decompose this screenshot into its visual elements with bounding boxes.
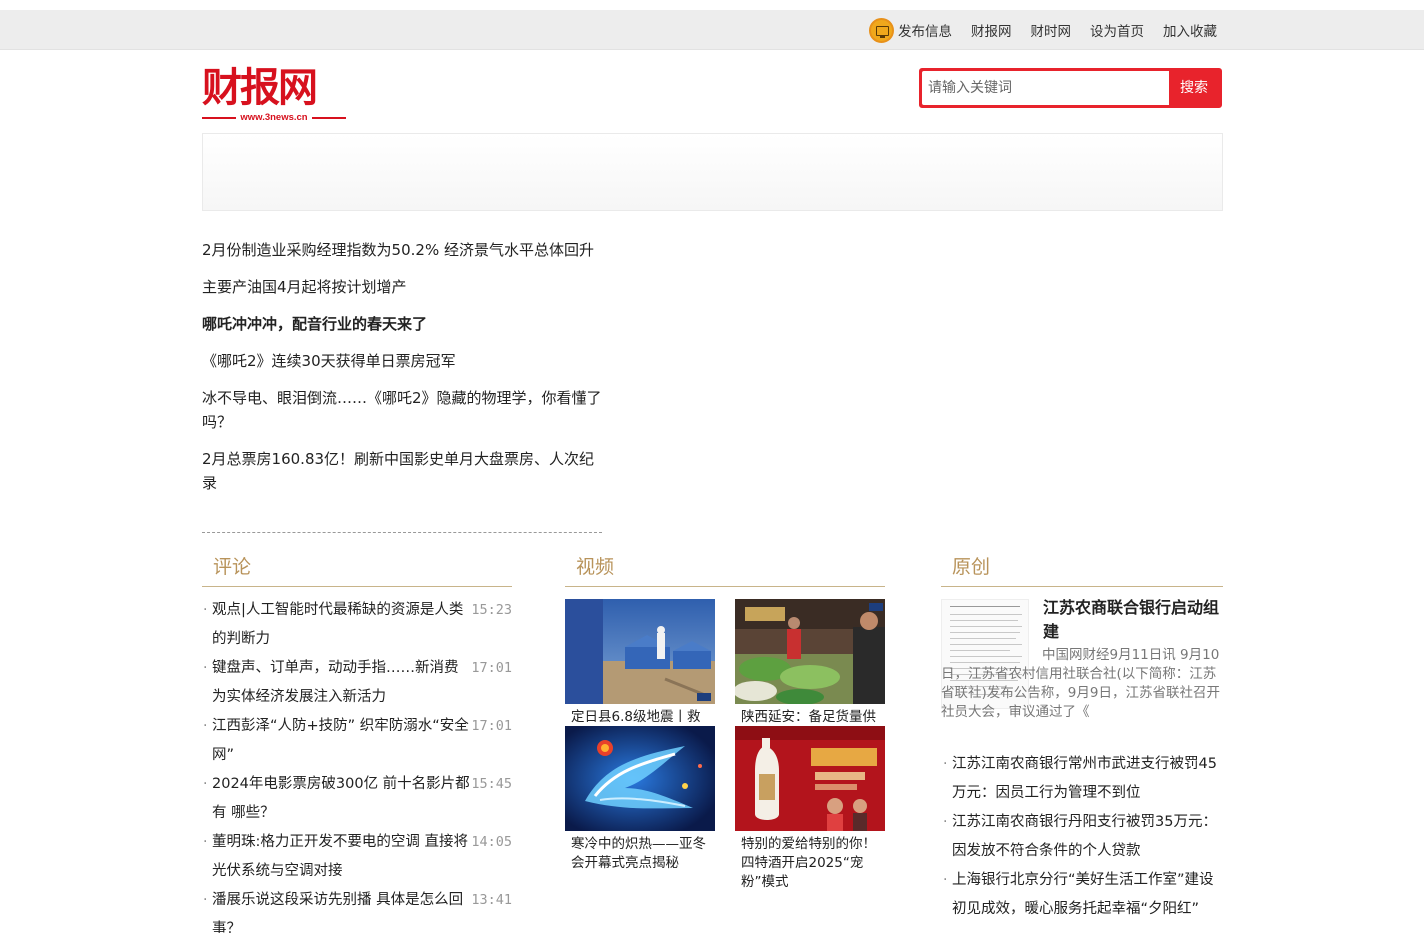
list-item[interactable]: · 江苏江南农商银行常州市武进支行被罚45万元：因员工行为管理不到位 — [943, 750, 1223, 808]
search-input[interactable]: 请输入关键词 — [922, 71, 1169, 105]
original-summary: 中国网财经9月11日讯 9月10日，江苏省农村信用社联合社(以下简称：江苏省联社… — [941, 647, 1220, 720]
video-thumbnail — [735, 726, 885, 831]
logo-name: 财报网 — [202, 64, 318, 111]
bullet-icon: · — [203, 718, 208, 734]
bullet-icon: · — [203, 892, 208, 908]
section-title-comment[interactable]: 评论 — [213, 552, 251, 579]
logo-rule — [202, 116, 237, 119]
comment-time: 15:23 — [471, 602, 512, 618]
comment-title: 观点|人工智能时代最稀缺的资源是人类的判断力 — [212, 602, 464, 647]
list-item[interactable]: · 观点|人工智能时代最稀缺的资源是人类的判断力 15:23 — [203, 596, 512, 654]
bullet-icon: · — [943, 814, 948, 830]
comment-title: 江西彭泽“人防+技防” 织牢防溺水“安全网” — [212, 718, 469, 763]
video-caption: 特别的爱给特别的你！四特酒开启2025“宠粉”模式 — [741, 836, 876, 890]
original-item-title: 上海银行北京分行“美好生活工作室”建设初见成效，暖心服务托起幸福“夕阳红” — [952, 872, 1214, 917]
top-link-caishiwang[interactable]: 财时网 — [1031, 20, 1072, 40]
list-item[interactable]: · 键盘声、订单声，动动手指……新消费为实体经济发展注入新活力 17:01 — [203, 654, 512, 712]
bullet-icon: · — [203, 660, 208, 676]
list-item[interactable]: · 潘展乐说这段采访先别播 具体是怎么回事？ 13:41 — [203, 886, 512, 933]
comment-title: 董明珠:格力正开发不要电的空调 直接将光伏系统与空调对接 — [212, 834, 468, 879]
site-logo[interactable]: 财报网 www.3news.cn — [202, 66, 348, 126]
headline-list: 2月份制造业采购经理指数为50.2% 经济景气水平总体回升 主要产油国4月起将按… — [202, 238, 602, 533]
video-card[interactable]: 定日县6.8级地震丨救 — [565, 599, 715, 727]
comment-time: 17:01 — [471, 718, 512, 734]
video-thumbnail — [735, 599, 885, 704]
headline-item[interactable]: 《哪吒2》连续30天获得单日票房冠军 — [202, 349, 602, 373]
publish-icon[interactable] — [869, 17, 894, 43]
video-thumbnail — [565, 726, 715, 831]
section-header-comment: 评论 — [202, 551, 512, 587]
top-bar: 发布信息 财报网 财时网 设为首页 加入收藏 — [0, 10, 1424, 50]
comment-title: 键盘声、订单声，动动手指……新消费为实体经济发展注入新活力 — [212, 660, 459, 705]
video-card[interactable]: 陕西延安：备足货量供 — [735, 599, 885, 727]
video-caption: 陕西延安：备足货量供 — [741, 709, 876, 725]
section-header-video: 视频 — [565, 551, 885, 587]
section-header-original: 原创 — [941, 551, 1223, 587]
logo-url: www.3news.cn — [240, 112, 308, 123]
publish-link[interactable]: 发布信息 — [898, 20, 952, 40]
original-title[interactable]: 江苏农商联合银行启动组建 — [1043, 596, 1223, 644]
top-link-bookmark[interactable]: 加入收藏 — [1163, 20, 1217, 40]
bullet-icon: · — [943, 756, 948, 772]
bullet-icon: · — [943, 872, 948, 888]
headline-item[interactable]: 冰不导电、眼泪倒流……《哪吒2》隐藏的物理学，你看懂了吗？ — [202, 386, 602, 434]
top-link-caibaowang[interactable]: 财报网 — [971, 20, 1012, 40]
top-links: 发布信息 财报网 财时网 设为首页 加入收藏 — [869, 10, 1217, 50]
search-box: 请输入关键词 搜索 — [919, 68, 1222, 108]
original-item-title: 江苏江南农商银行丹阳支行被罚35万元：因发放不符合条件的个人贷款 — [952, 814, 1217, 859]
headline-item[interactable]: 哪吒冲冲冲，配音行业的春天来了 — [202, 312, 602, 336]
comment-time: 14:05 — [471, 834, 512, 850]
list-item[interactable]: · 2024年电影票房破300亿 前十名影片都有 哪些？ 15:45 — [203, 770, 512, 828]
ad-banner[interactable] — [202, 133, 1223, 211]
comment-time: 15:45 — [471, 776, 512, 792]
comment-time: 13:41 — [471, 892, 512, 908]
section-title-video[interactable]: 视频 — [576, 552, 614, 579]
list-item[interactable]: · 江苏江南农商银行丹阳支行被罚35万元：因发放不符合条件的个人贷款 — [943, 808, 1223, 866]
video-thumbnail — [565, 599, 715, 704]
search-button[interactable]: 搜索 — [1169, 71, 1219, 105]
list-item[interactable]: · 江西彭泽“人防+技防” 织牢防溺水“安全网” 17:01 — [203, 712, 512, 770]
video-card[interactable]: 特别的爱给特别的你！四特酒开启2025“宠粉”模式 — [735, 726, 885, 892]
list-item[interactable]: · 上海银行北京分行“美好生活工作室”建设初见成效，暖心服务托起幸福“夕阳红” — [943, 866, 1223, 924]
comment-title: 2024年电影票房破300亿 前十名影片都有 哪些？ — [212, 776, 470, 821]
section-title-original[interactable]: 原创 — [952, 552, 990, 579]
bullet-icon: · — [203, 602, 208, 618]
headline-item[interactable]: 2月总票房160.83亿！刷新中国影史单月大盘票房、人次纪录 — [202, 447, 602, 495]
comment-title: 潘展乐说这段采访先别播 具体是怎么回事？ — [212, 892, 464, 933]
logo-rule — [311, 116, 347, 119]
original-item-title: 江苏江南农商银行常州市武进支行被罚45万元：因员工行为管理不到位 — [952, 756, 1217, 801]
bullet-icon: · — [203, 776, 208, 792]
list-item[interactable]: · 董明珠:格力正开发不要电的空调 直接将光伏系统与空调对接 14:05 — [203, 828, 512, 886]
video-caption: 定日县6.8级地震丨救 — [571, 709, 701, 725]
video-card[interactable]: 寒冷中的炽热——亚冬会开幕式亮点揭秘 — [565, 726, 715, 873]
headline-item[interactable]: 主要产油国4月起将按计划增产 — [202, 275, 602, 299]
logo-url-row: www.3news.cn — [202, 112, 347, 123]
headline-item[interactable]: 2月份制造业采购经理指数为50.2% 经济景气水平总体回升 — [202, 238, 602, 262]
bullet-icon: · — [203, 834, 208, 850]
comment-time: 17:01 — [471, 660, 512, 676]
video-caption: 寒冷中的炽热——亚冬会开幕式亮点揭秘 — [571, 836, 706, 871]
headline-divider — [202, 532, 602, 533]
top-link-set-homepage[interactable]: 设为首页 — [1090, 20, 1144, 40]
